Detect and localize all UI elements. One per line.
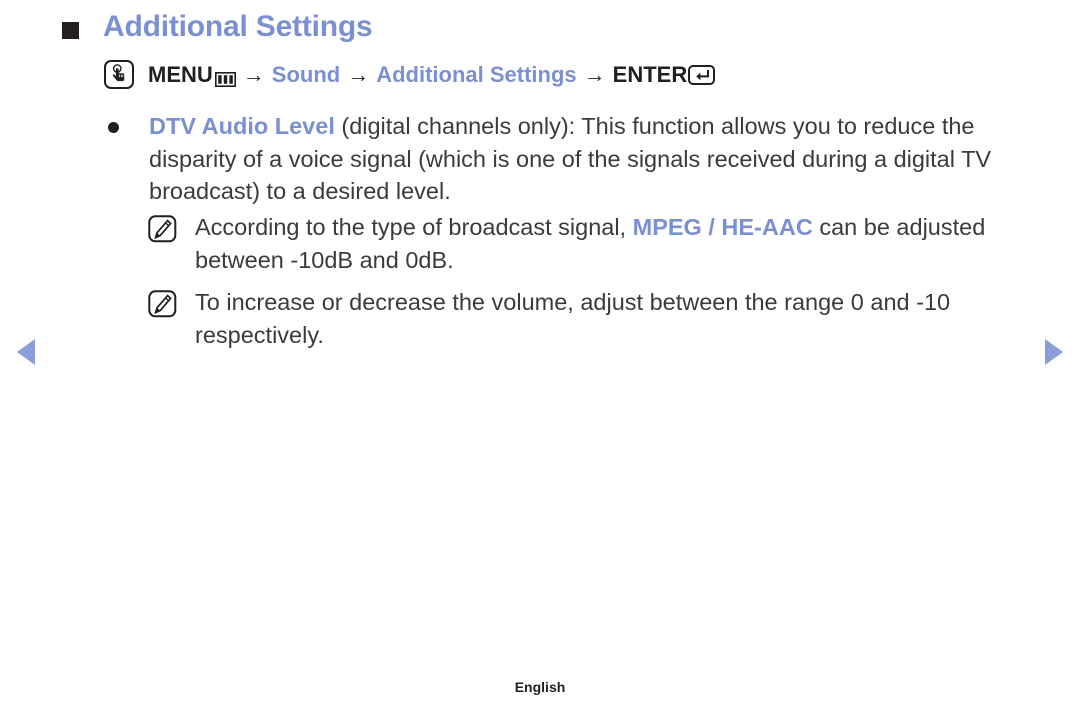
note-block-2: To increase or decrease the volume, adju…	[148, 286, 1028, 351]
note-block-1: According to the type of broadcast signa…	[148, 211, 1028, 276]
page-title: Additional Settings	[103, 10, 373, 43]
menu-path-additional-settings[interactable]: Additional Settings	[376, 62, 576, 88]
menu-path: MENU → Sound → Additional Settings → ENT…	[104, 60, 716, 89]
page-title-row: Additional Settings	[62, 10, 373, 44]
note-text-before: To increase or decrease the volume, adju…	[195, 289, 951, 348]
menu-path-menu-label[interactable]: MENU	[148, 62, 213, 88]
list-item: DTV Audio Level (digital channels only):…	[108, 110, 1018, 208]
menu-grid-icon	[214, 67, 236, 87]
previous-page-arrow[interactable]	[17, 339, 35, 365]
note-text: To increase or decrease the volume, adju…	[195, 286, 1028, 351]
note-pencil-icon	[148, 215, 178, 244]
menu-path-enter-label[interactable]: ENTER	[613, 62, 688, 88]
note-row: To increase or decrease the volume, adju…	[148, 286, 1028, 351]
bullet-list: DTV Audio Level (digital channels only):…	[108, 110, 1018, 208]
menu-path-arrow-1: →	[242, 61, 265, 87]
note-text-before: According to the type of broadcast signa…	[195, 214, 633, 240]
menu-path-sound[interactable]: Sound	[272, 62, 340, 88]
note-pencil-icon	[148, 290, 178, 319]
footer-language: English	[514, 679, 566, 695]
menu-path-arrow-3: →	[583, 61, 606, 87]
remote-button-press-icon	[104, 60, 134, 89]
note-highlight: MPEG / HE-AAC	[632, 214, 813, 240]
manual-page: Additional Settings MENU → Sound → Addit…	[0, 0, 1080, 705]
menu-path-arrow-2: →	[347, 61, 370, 87]
enter-key-icon	[688, 64, 716, 85]
bullet-dot-icon	[108, 122, 119, 133]
bullet-item-text: DTV Audio Level (digital channels only):…	[149, 110, 1018, 208]
bullet-item-title: DTV Audio Level	[149, 113, 335, 139]
next-page-arrow[interactable]	[1045, 339, 1063, 365]
note-text: According to the type of broadcast signa…	[195, 211, 1028, 276]
section-marker-square	[62, 21, 79, 39]
note-row: According to the type of broadcast signa…	[148, 211, 1028, 276]
